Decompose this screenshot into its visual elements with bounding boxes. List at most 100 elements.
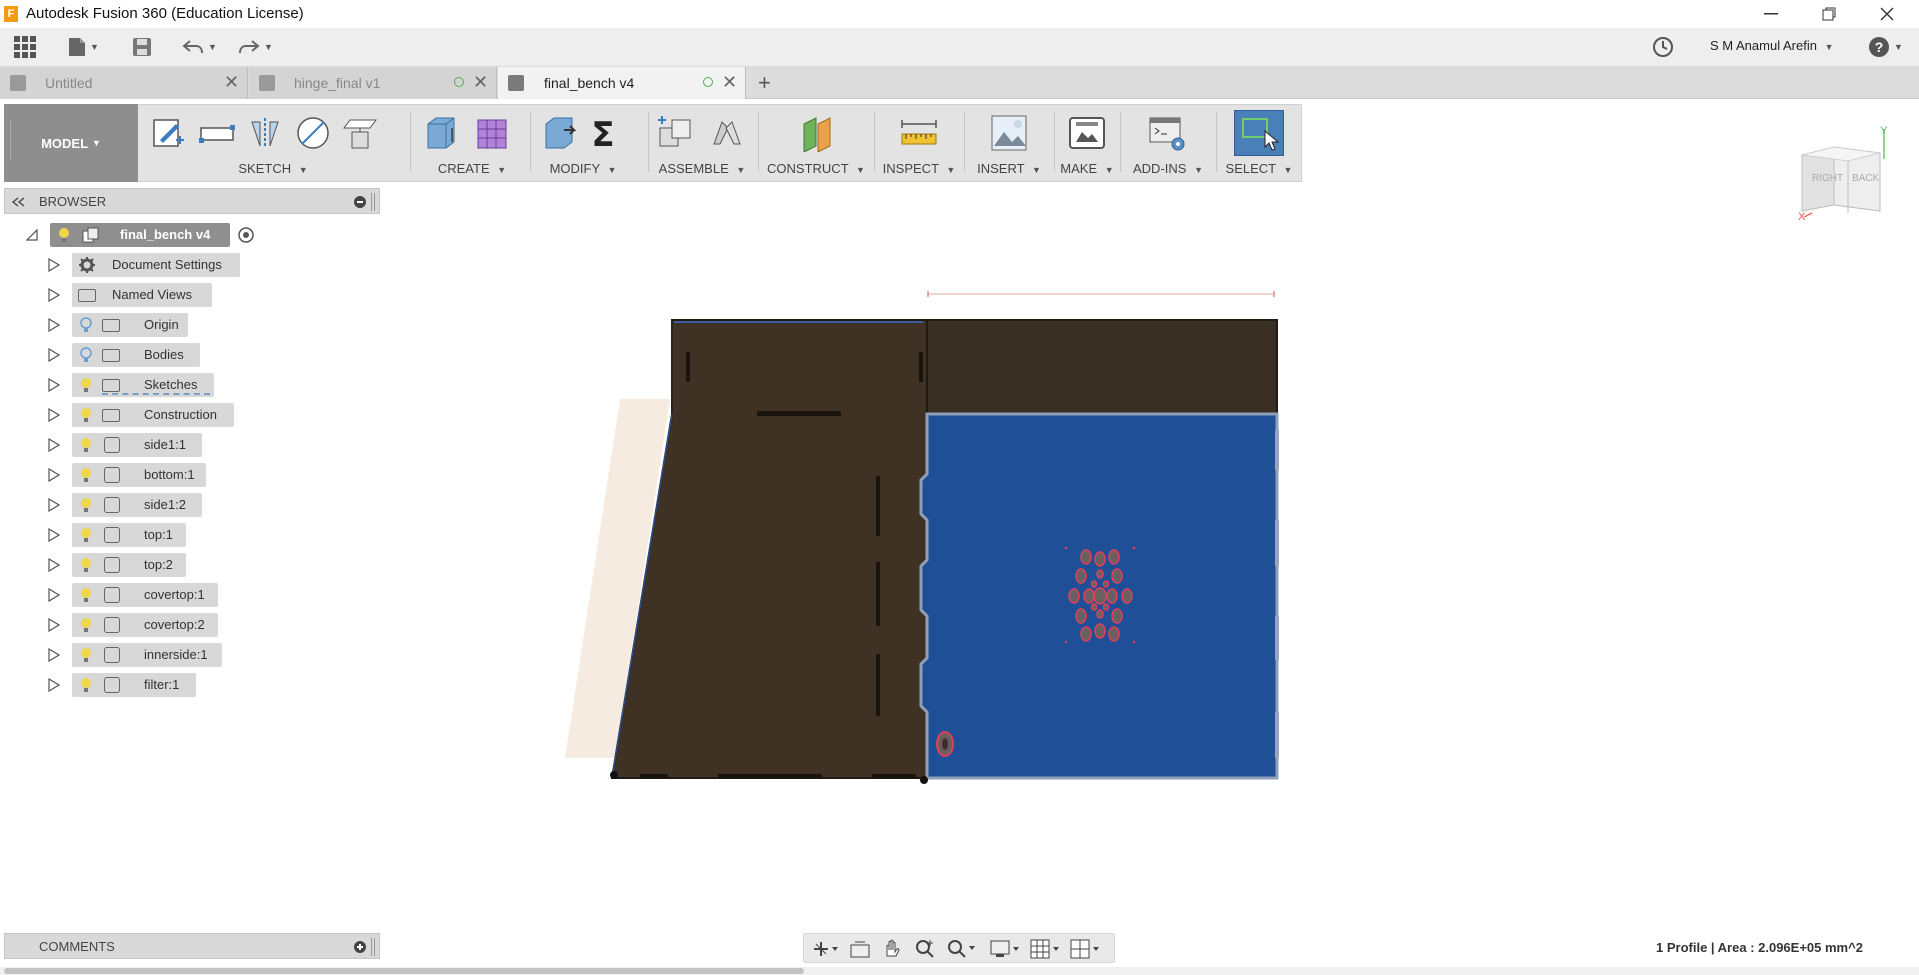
browser-item-body[interactable]: top:1 [44, 523, 244, 547]
close-tab-icon[interactable]: ✕ [722, 72, 737, 93]
expand-triangle-icon[interactable] [48, 678, 60, 692]
minus-icon[interactable] [354, 196, 366, 208]
browser-node[interactable]: innerside:1 [72, 643, 222, 667]
expand-triangle-icon[interactable] [48, 408, 60, 422]
viewcube-face-right[interactable]: RIGHT [1812, 173, 1843, 184]
help-button[interactable]: ? ▼ [1868, 34, 1903, 60]
new-tab-button[interactable]: + [758, 70, 771, 96]
expand-triangle-icon[interactable] [48, 558, 60, 572]
lightbulb-icon[interactable] [80, 527, 92, 543]
browser-item-body[interactable]: side1:2 [44, 493, 244, 517]
pan-hand-icon[interactable] [882, 938, 902, 958]
construct-menu[interactable]: CONSTRUCT ▼ [762, 161, 870, 176]
look-at-icon[interactable] [850, 940, 870, 958]
browser-root-node[interactable]: final_bench v4 [50, 223, 230, 247]
display-settings-icon[interactable] [990, 939, 1022, 959]
select-tool-button[interactable] [1234, 110, 1284, 156]
browser-item-body[interactable]: side1:1 [44, 433, 244, 457]
insert-image-icon[interactable] [990, 114, 1028, 152]
browser-item-body[interactable]: top:2 [44, 553, 244, 577]
close-tab-icon[interactable]: ✕ [473, 72, 488, 93]
browser-node[interactable]: top:2 [72, 553, 186, 577]
viewcube-face-back[interactable]: BACK [1852, 173, 1879, 184]
compute-sigma-icon[interactable]: Σ [584, 114, 622, 152]
offset-plane-icon[interactable] [798, 114, 836, 152]
form-icon[interactable] [474, 114, 512, 152]
browser-item-origin[interactable]: Origin [44, 313, 244, 337]
project-tool-icon[interactable] [342, 114, 380, 152]
redo-button[interactable]: ▼ [238, 34, 273, 60]
insert-menu[interactable]: INSERT ▼ [968, 161, 1050, 176]
make-menu[interactable]: MAKE ▼ [1058, 161, 1116, 176]
browser-node[interactable]: covertop:2 [72, 613, 218, 637]
lightbulb-icon[interactable] [80, 437, 92, 453]
lightbulb-icon[interactable] [80, 377, 92, 393]
scripts-addins-icon[interactable] [1148, 114, 1186, 152]
expand-triangle-icon[interactable] [48, 438, 60, 452]
sketch-menu[interactable]: SKETCH ▼ [142, 161, 404, 176]
zoom-window-icon[interactable] [946, 938, 976, 958]
expand-triangle-icon[interactable] [48, 468, 60, 482]
browser-node[interactable]: bottom:1 [72, 463, 206, 487]
lightbulb-icon[interactable] [80, 407, 92, 423]
lightbulb-off-icon[interactable] [80, 317, 92, 333]
viewcube[interactable]: RIGHT BACK Y X [1790, 125, 1895, 225]
undo-button[interactable]: ▼ [182, 34, 217, 60]
browser-node[interactable]: top:1 [72, 523, 186, 547]
browser-node[interactable]: Document Settings [72, 253, 240, 277]
modify-menu[interactable]: MODIFY ▼ [536, 161, 630, 176]
expand-triangle-icon[interactable] [48, 528, 60, 542]
restore-button[interactable] [1800, 0, 1858, 28]
expand-triangle-icon[interactable] [48, 498, 60, 512]
browser-node[interactable]: covertop:1 [72, 583, 218, 607]
expand-triangle-icon[interactable] [48, 618, 60, 632]
close-tab-icon[interactable]: ✕ [224, 72, 239, 93]
add-ins-menu[interactable]: ADD-INS ▼ [1124, 161, 1212, 176]
browser-item-body[interactable]: innerside:1 [44, 643, 244, 667]
lightbulb-icon[interactable] [80, 557, 92, 573]
tab-hinge-final[interactable]: hinge_final v1 ✕ [249, 67, 497, 99]
file-menu-button[interactable]: ▼ [68, 34, 99, 60]
lightbulb-icon[interactable] [80, 587, 92, 603]
expand-triangle-icon[interactable] [48, 318, 60, 332]
browser-root-row[interactable]: final_bench v4 [20, 223, 270, 247]
create-sketch-icon[interactable] [150, 114, 188, 152]
line-tool-icon[interactable] [198, 114, 236, 152]
3d-print-icon[interactable] [1068, 114, 1106, 152]
user-account-menu[interactable]: S M Anamul Arefin ▼ [1710, 38, 1834, 53]
collapse-panel-icon[interactable] [11, 197, 25, 207]
browser-node[interactable]: Sketches [72, 373, 214, 397]
minimize-button[interactable] [1742, 0, 1800, 28]
browser-item-body[interactable]: filter:1 [44, 673, 244, 697]
expand-triangle-icon[interactable] [48, 288, 60, 302]
browser-item-sketches[interactable]: Sketches [44, 373, 244, 397]
save-button[interactable] [132, 34, 152, 60]
viewports-icon[interactable] [1070, 939, 1102, 959]
collapse-triangle-icon[interactable] [26, 228, 38, 242]
browser-node[interactable]: Origin [72, 313, 188, 337]
browser-item-bodies[interactable]: Bodies [44, 343, 244, 367]
expand-triangle-icon[interactable] [48, 348, 60, 362]
circle-tool-icon[interactable] [294, 114, 332, 152]
expand-triangle-icon[interactable] [48, 378, 60, 392]
tab-final-bench[interactable]: final_bench v4 ✕ [498, 67, 746, 99]
lightbulb-off-icon[interactable] [80, 347, 92, 363]
grid-settings-icon[interactable] [1030, 939, 1062, 959]
job-status-button[interactable] [1652, 34, 1674, 60]
lightbulb-icon[interactable] [58, 227, 70, 243]
browser-node[interactable]: side1:2 [72, 493, 202, 517]
browser-item-body[interactable]: covertop:1 [44, 583, 244, 607]
mirror-tool-icon[interactable] [246, 114, 284, 152]
browser-node[interactable]: Bodies [72, 343, 200, 367]
panel-pin-handle[interactable] [371, 938, 375, 956]
apps-grid-button[interactable] [14, 34, 36, 60]
press-pull-icon[interactable] [540, 114, 578, 152]
lightbulb-icon[interactable] [80, 467, 92, 483]
inspect-menu[interactable]: INSPECT ▼ [878, 161, 960, 176]
tab-untitled[interactable]: Untitled ✕ [0, 67, 248, 99]
assemble-menu[interactable]: ASSEMBLE ▼ [652, 161, 752, 176]
browser-item-body[interactable]: covertop:2 [44, 613, 244, 637]
select-menu[interactable]: SELECT ▼ [1220, 161, 1298, 176]
joint-icon[interactable] [708, 114, 746, 152]
browser-item-document-settings[interactable]: Document Settings [44, 253, 244, 277]
